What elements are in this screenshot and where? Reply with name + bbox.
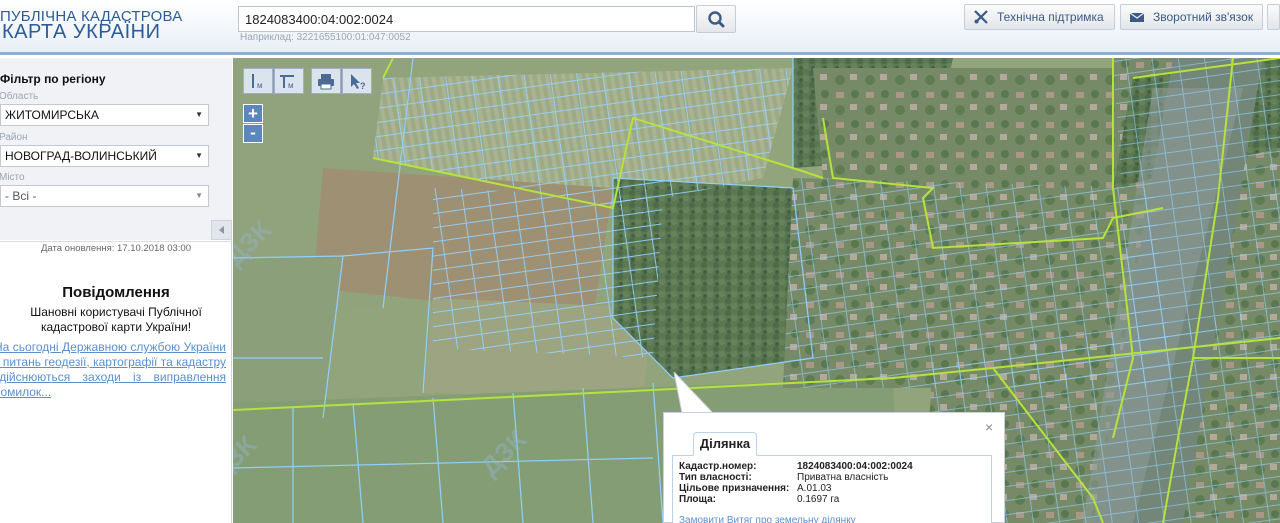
search-input[interactable] (238, 6, 695, 32)
header: ПУБЛІЧНА КАДАСТРОВА КАРТА УКРАЇНИ Наприк… (0, 0, 1280, 55)
city-select[interactable]: - Всі - ▼ (0, 185, 209, 207)
close-icon[interactable]: × (985, 419, 993, 435)
svg-text:м: м (288, 81, 294, 90)
extra-button[interactable] (1267, 4, 1280, 30)
district-label: Район (0, 132, 28, 143)
notice-link[interactable]: На сьогодні Державною службою України з … (0, 340, 226, 400)
identify-button[interactable]: ? (342, 68, 372, 94)
cadastral-number: 1824083400:04:002:0024 (797, 461, 913, 472)
sidebar: Фільтр по регіону Область ЖИТОМИРСЬКА ▼ … (0, 58, 232, 523)
city-value: - Всі - (5, 189, 37, 203)
purpose-code: A.01.03 (797, 483, 832, 494)
printer-icon (318, 74, 334, 90)
measure-area-button[interactable]: м (274, 68, 304, 94)
notice-title: Повідомлення (62, 284, 170, 301)
collapse-sidebar-button[interactable] (211, 220, 232, 240)
region-value: ЖИТОМИРСЬКА (5, 108, 99, 122)
ownership-type: Приватна власність (797, 472, 889, 483)
update-date: Дата оновлення: 17.10.2018 03:00 (0, 241, 232, 254)
feedback-label: Зворотний зв'язок (1153, 10, 1254, 24)
city-label: Місто (0, 172, 25, 183)
filter-title: Фільтр по регіону (0, 72, 106, 86)
support-button[interactable]: Технічна підтримка (964, 4, 1115, 30)
dropdown-arrow-icon: ▼ (195, 151, 203, 160)
dropdown-arrow-icon: ▼ (195, 110, 203, 119)
tab-parcel[interactable]: Ділянка (693, 432, 757, 456)
field-key: Тип власності: (679, 472, 752, 483)
chevron-left-icon (219, 226, 224, 234)
field-key: Цільове призначення: (679, 483, 790, 494)
region-filter: Фільтр по регіону Область ЖИТОМИРСЬКА ▼ … (0, 58, 232, 240)
svg-text:?: ? (360, 81, 366, 91)
search-hint: Наприклад: 3221655100:01:047:0052 (240, 32, 411, 43)
ruler-area-icon: м (280, 75, 294, 90)
cursor-query-icon: ? (351, 74, 366, 91)
district-value: НОВОГРАД-ВОЛИНСЬКИЙ (5, 149, 157, 163)
region-select[interactable]: ЖИТОМИРСЬКА ▼ (0, 104, 209, 126)
parcel-area: 0.1697 га (797, 494, 840, 505)
notice-greeting: Шановні користувачі Публічної кадастрово… (30, 305, 202, 334)
measure-line-button[interactable]: м (243, 68, 273, 94)
dropdown-arrow-icon: ▼ (195, 191, 203, 200)
print-button[interactable] (311, 68, 341, 94)
district-select[interactable]: НОВОГРАД-ВОЛИНСЬКИЙ ▼ (0, 145, 209, 167)
envelope-icon (1129, 12, 1145, 22)
field-key: Площа: (679, 494, 716, 505)
region-label: Область (0, 91, 39, 102)
wrench-icon (974, 10, 988, 24)
search-icon (708, 11, 725, 28)
logo-line2[interactable]: КАРТА УКРАЇНИ (2, 21, 160, 44)
zoom-in-button[interactable]: + (243, 104, 263, 123)
zoom-out-button[interactable]: - (243, 124, 263, 143)
popup-tail (673, 372, 712, 414)
support-label: Технічна підтримка (997, 10, 1104, 24)
field-key: Кадастр.номер: (679, 461, 757, 472)
search-button[interactable] (696, 5, 736, 33)
order-extract-link[interactable]: Замовити Витяг про земельну ділянку (679, 515, 856, 523)
ruler-line-icon: м (252, 74, 263, 90)
feedback-button[interactable]: Зворотний зв'язок (1120, 4, 1263, 30)
svg-text:м: м (257, 81, 263, 90)
